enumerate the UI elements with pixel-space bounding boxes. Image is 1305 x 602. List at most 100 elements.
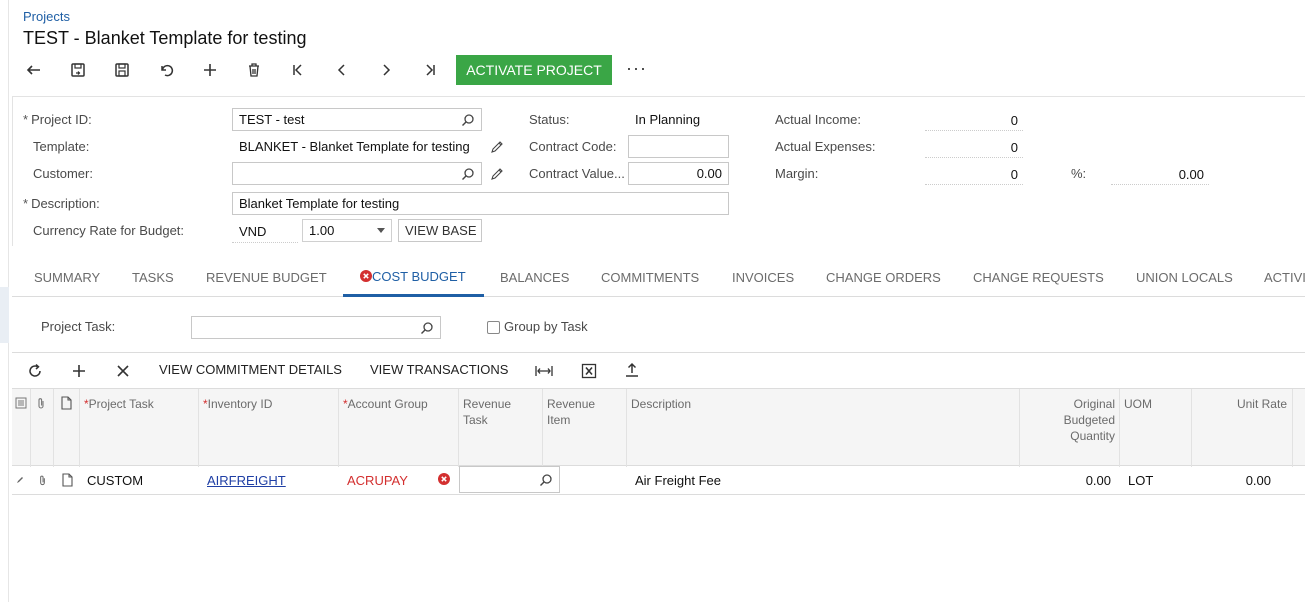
cell-project-task[interactable]: CUSTOM <box>87 473 143 488</box>
description-field[interactable]: Blanket Template for testing <box>232 192 729 215</box>
column-separator <box>1292 389 1293 467</box>
col-header-inventory-id[interactable]: *Inventory ID <box>203 396 272 412</box>
upload-icon[interactable] <box>624 362 640 378</box>
view-commitment-details-button[interactable]: VIEW COMMITMENT DETAILS <box>159 362 342 377</box>
template-value[interactable]: BLANKET - Blanket Template for testing <box>239 139 470 154</box>
save-button[interactable] <box>110 58 134 82</box>
delete-button[interactable] <box>242 58 266 82</box>
cell-revenue-task-input[interactable] <box>459 466 560 493</box>
grid-toolbar: VIEW COMMITMENT DETAILS VIEW TRANSACTION… <box>12 352 1305 388</box>
left-nav-strip <box>0 0 9 602</box>
excel-export-icon[interactable] <box>581 363 597 379</box>
tab-invoices[interactable]: INVOICES <box>732 270 794 285</box>
customer-field[interactable] <box>232 162 482 185</box>
project-task-filter-field[interactable] <box>191 316 441 339</box>
back-button[interactable] <box>22 58 46 82</box>
tab-revenue-budget[interactable]: REVENUE BUDGET <box>206 270 327 285</box>
delete-row-icon[interactable] <box>116 364 130 378</box>
contract-value-label: Contract Value... <box>529 166 625 181</box>
left-nav-marker <box>0 287 9 343</box>
back-arrow-icon <box>26 65 40 75</box>
project-id-field[interactable]: TEST - test <box>232 108 482 131</box>
filter-bar: Project Task: Group by Task <box>12 298 1305 352</box>
first-record-button[interactable] <box>286 58 310 82</box>
col-header-revenue-task[interactable]: Revenue Task <box>463 396 533 428</box>
tab-tasks[interactable]: TASKS <box>132 270 174 285</box>
last-record-button[interactable] <box>418 58 442 82</box>
column-separator <box>53 389 54 467</box>
search-icon[interactable] <box>461 113 475 127</box>
cell-uom[interactable]: LOT <box>1128 473 1153 488</box>
col-header-account-group[interactable]: *Account Group <box>343 396 428 412</box>
status-value: In Planning <box>635 112 701 127</box>
margin-label: Margin: <box>775 166 819 181</box>
group-by-task-checkbox[interactable] <box>487 321 500 334</box>
col-header-project-task[interactable]: *Project Task <box>84 396 154 412</box>
cell-unit-rate[interactable]: 0.00 <box>1196 473 1271 488</box>
currency-rate-select[interactable]: 1.00 <box>302 219 392 242</box>
more-actions-button[interactable]: ··· <box>626 58 647 79</box>
contract-code-label: Contract Code: <box>529 139 617 154</box>
margin-pct-underline <box>1111 184 1209 185</box>
view-transactions-button[interactable]: VIEW TRANSACTIONS <box>370 362 508 377</box>
add-button[interactable] <box>198 58 222 82</box>
col-header-description[interactable]: Description <box>631 396 691 412</box>
column-separator <box>198 389 199 467</box>
col-header-original-budgeted-quantity[interactable]: Original Budgeted Quantity <box>1024 396 1115 444</box>
actual-income-value: 0 <box>1010 113 1018 128</box>
tab-summary[interactable]: SUMMARY <box>34 270 100 285</box>
status-label: Status: <box>529 112 570 127</box>
col-header-unit-rate[interactable]: Unit Rate <box>1196 396 1287 412</box>
breadcrumb[interactable]: Projects <box>23 9 70 24</box>
actual-expenses-value: 0 <box>1010 140 1018 155</box>
fit-columns-icon[interactable] <box>535 363 553 379</box>
next-record-button[interactable] <box>374 58 398 82</box>
undo-button[interactable] <box>154 58 178 82</box>
tab-activities[interactable]: ACTIVI <box>1264 270 1305 285</box>
col-header-revenue-item[interactable]: Revenue Item <box>547 396 617 428</box>
project-summary-form: * Project ID: TEST - test Template: BLANK… <box>12 96 1305 246</box>
project-id-value: TEST - test <box>239 112 305 127</box>
tab-commitments[interactable]: COMMITMENTS <box>601 270 699 285</box>
edit-template-icon[interactable] <box>490 140 504 154</box>
search-icon[interactable] <box>539 473 553 487</box>
attachment-icon <box>38 398 44 409</box>
row-selector-icon[interactable] <box>15 397 27 409</box>
search-icon[interactable] <box>461 167 475 181</box>
note-icon[interactable] <box>61 473 73 487</box>
currency-rate-label: Currency Rate for Budget: <box>33 223 185 238</box>
save-and-close-button[interactable] <box>66 58 90 82</box>
activate-project-button[interactable]: ACTIVATE PROJECT <box>456 55 612 85</box>
tab-balances[interactable]: BALANCES <box>500 270 569 285</box>
attachment-icon[interactable] <box>37 474 48 487</box>
cell-account-group[interactable]: ACRUPAY <box>347 473 408 488</box>
cell-original-budgeted-quantity[interactable]: 0.00 <box>1024 473 1111 488</box>
tab-union-locals[interactable]: UNION LOCALS <box>1136 270 1233 285</box>
search-icon[interactable] <box>420 321 434 335</box>
cell-inventory-id[interactable]: AIRFREIGHT <box>207 473 286 488</box>
refresh-icon[interactable] <box>27 363 43 379</box>
tab-change-orders[interactable]: CHANGE ORDERS <box>826 270 941 285</box>
column-separator <box>1119 389 1120 467</box>
previous-record-button[interactable] <box>330 58 354 82</box>
column-separator <box>458 389 459 467</box>
save-icon <box>115 63 129 77</box>
column-separator <box>542 389 543 467</box>
project-task-filter-label: Project Task: <box>41 319 116 334</box>
view-base-button[interactable]: VIEW BASE <box>398 219 482 242</box>
note-icon <box>61 396 72 410</box>
chevron-right-icon <box>383 64 391 76</box>
contract-code-field[interactable] <box>628 135 729 158</box>
actual-expenses-label: Actual Expenses: <box>775 139 876 154</box>
add-row-icon[interactable] <box>71 363 87 379</box>
edit-customer-icon[interactable] <box>490 167 504 181</box>
cell-description[interactable]: Air Freight Fee <box>635 473 721 488</box>
tab-change-requests[interactable]: CHANGE REQUESTS <box>973 270 1104 285</box>
chevron-left-icon <box>337 64 345 76</box>
tab-cost-budget-label: COST BUDGET <box>372 269 466 284</box>
col-header-uom[interactable]: UOM <box>1124 396 1152 412</box>
tab-cost-budget[interactable]: COST BUDGET <box>360 269 466 284</box>
contract-value-field[interactable]: 0.00 <box>628 162 729 185</box>
tab-bar: SUMMARY TASKS REVENUE BUDGET COST BUDGET… <box>12 262 1305 297</box>
table-row[interactable]: CUSTOM AIRFREIGHT ACRUPAY Air Freight Fe… <box>12 466 1305 495</box>
